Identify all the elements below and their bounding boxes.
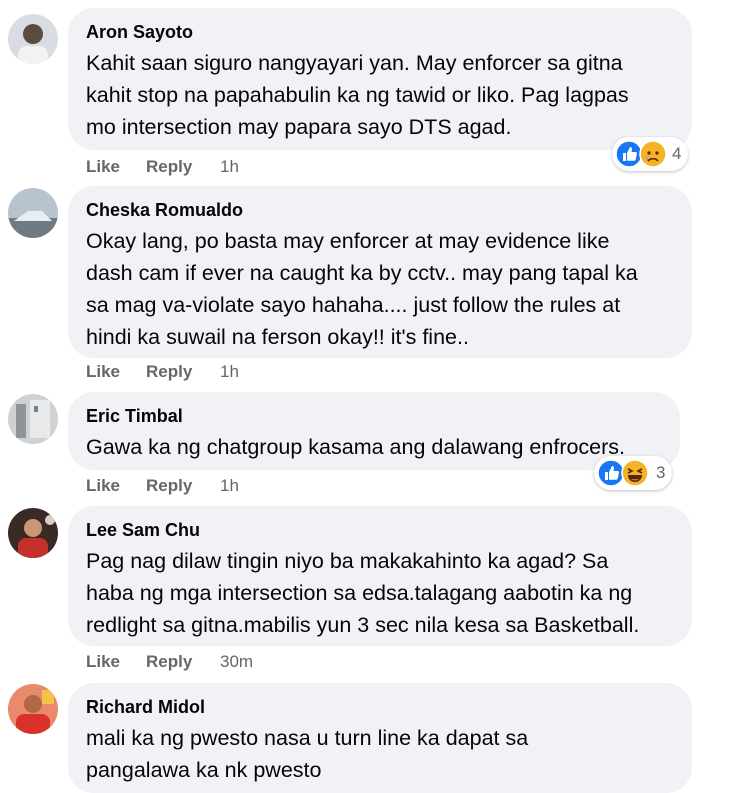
comment-bubble: Aron Sayoto Kahit saan siguro nangyayari… [68, 8, 692, 150]
reactions-summary[interactable]: 3 [594, 456, 672, 490]
comment-author[interactable]: Lee Sam Chu [86, 519, 674, 541]
comment-text: Okay lang, po basta may enforcer at may … [86, 229, 638, 349]
comment-text: mali ka ng pwesto nasa u turn line ka da… [86, 726, 529, 782]
comment-text: Kahit saan siguro nangyayari yan. May en… [86, 51, 629, 139]
avatar[interactable] [8, 14, 58, 64]
comment-author[interactable]: Eric Timbal [86, 405, 662, 427]
reaction-count: 3 [656, 463, 666, 482]
comment-author[interactable]: Cheska Romualdo [86, 199, 674, 221]
sad-icon [639, 140, 667, 168]
like-button[interactable]: Like [86, 652, 120, 672]
like-button[interactable]: Like [86, 476, 120, 496]
haha-icon [621, 459, 649, 487]
avatar[interactable] [8, 684, 58, 734]
comment-bubble: Eric Timbal Gawa ka ng chatgroup kasama … [68, 392, 680, 470]
comment-bubble: Richard Midol mali ka ng pwesto nasa u t… [68, 683, 692, 793]
like-button[interactable]: Like [86, 157, 120, 177]
comment-bubble: Lee Sam Chu Pag nag dilaw tingin niyo ba… [68, 506, 692, 646]
avatar[interactable] [8, 394, 58, 444]
reply-button[interactable]: Reply [146, 652, 192, 672]
avatar[interactable] [8, 508, 58, 558]
comment-author[interactable]: Aron Sayoto [86, 21, 674, 43]
avatar[interactable] [8, 188, 58, 238]
comment-text: Pag nag dilaw tingin niyo ba makakahinto… [86, 549, 640, 637]
comment-timestamp[interactable]: 1h [220, 362, 239, 382]
reply-button[interactable]: Reply [146, 362, 192, 382]
comment-timestamp[interactable]: 1h [220, 476, 239, 496]
comment-bubble: Cheska Romualdo Okay lang, po basta may … [68, 186, 692, 358]
comment-timestamp[interactable]: 1h [220, 157, 239, 177]
comment-timestamp[interactable]: 30m [220, 652, 253, 672]
comment-text: Gawa ka ng chatgroup kasama ang dalawang… [86, 435, 626, 459]
reply-button[interactable]: Reply [146, 157, 192, 177]
reactions-summary[interactable]: 4 [612, 137, 688, 171]
reply-button[interactable]: Reply [146, 476, 192, 496]
like-button[interactable]: Like [86, 362, 120, 382]
reaction-count: 4 [672, 144, 682, 163]
comment-author[interactable]: Richard Midol [86, 696, 674, 718]
